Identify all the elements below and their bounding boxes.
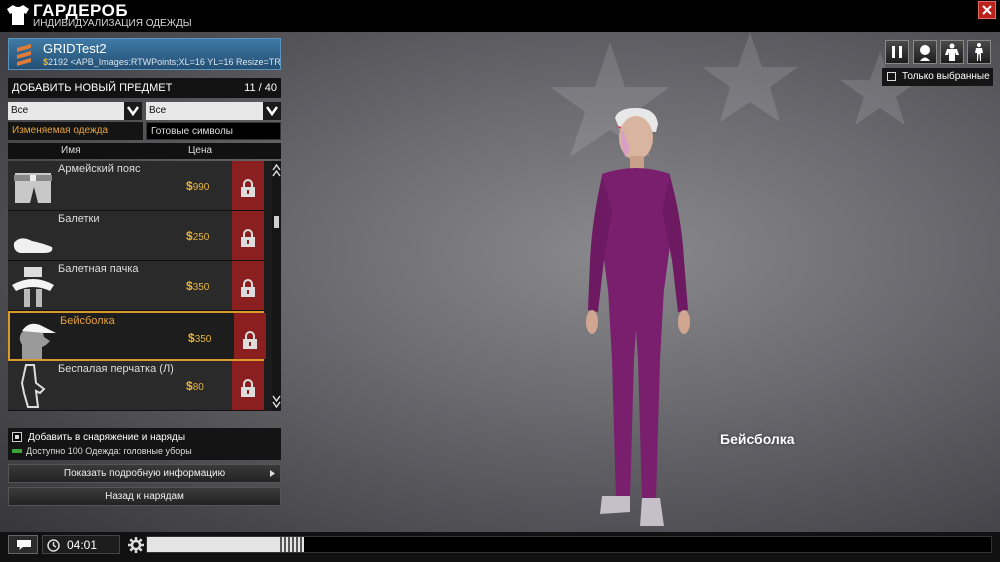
username: GRIDTest2 xyxy=(43,41,107,56)
availability-text: Доступно 100 Одежда: головные уборы xyxy=(26,446,192,456)
subcategory-filter-select[interactable]: Все xyxy=(146,102,281,120)
tab-ready-symbols[interactable]: Готовые символы xyxy=(146,122,281,140)
show-details-button[interactable]: Показать подробную информацию xyxy=(8,464,281,483)
locked-indicator xyxy=(232,361,264,410)
dollar-icon: $ xyxy=(186,379,193,393)
head-icon xyxy=(920,45,930,61)
scrollbar-thumb[interactable] xyxy=(274,216,279,228)
add-new-item-header: ДОБАВИТЬ НОВЫЙ ПРЕДМЕТ 11 / 40 xyxy=(8,78,281,98)
item-count: 11 / 40 xyxy=(244,82,277,94)
list-item[interactable]: Балетная пачка $350 xyxy=(8,261,264,311)
body-icon xyxy=(945,43,959,61)
add-to-gear-label: Добавить в снаряжение и наряды xyxy=(28,432,186,443)
column-price[interactable]: Цена xyxy=(188,145,212,156)
pause-button[interactable] xyxy=(885,40,909,64)
chat-icon xyxy=(17,540,31,550)
list-column-headers: Имя Цена xyxy=(8,143,281,159)
view-body-button[interactable] xyxy=(940,40,964,64)
only-selected-checkbox[interactable] xyxy=(887,72,896,81)
back-to-outfits-button[interactable]: Назад к нарядам xyxy=(8,487,281,506)
scroll-down-icon[interactable] xyxy=(272,393,281,409)
close-button[interactable] xyxy=(978,1,996,19)
page-subtitle: ИНДИВИДУАЛИЗАЦИЯ ОДЕЖДЫ xyxy=(33,18,192,29)
clothing-list: Армейский пояс $990 Балетки $250 Балетна… xyxy=(8,161,281,411)
progress-ticks xyxy=(278,537,304,552)
ballet-flats-icon xyxy=(13,238,53,253)
close-icon xyxy=(982,5,992,15)
baseball-cap-icon xyxy=(19,323,56,359)
list-item[interactable]: Балетки $250 xyxy=(8,211,264,261)
locked-indicator xyxy=(232,161,264,210)
tshirt-icon xyxy=(7,5,29,25)
lock-icon xyxy=(243,331,257,349)
rank-icon xyxy=(17,44,31,66)
lock-icon xyxy=(241,279,255,297)
dollar-icon: $ xyxy=(188,331,195,345)
lock-icon xyxy=(241,379,255,397)
loading-progress-bar xyxy=(146,536,992,553)
lock-icon xyxy=(241,179,255,197)
user-bar: GRIDTest2 $2192 <APB_Images:RTWPoints;XL… xyxy=(8,38,281,70)
fingerless-glove-icon xyxy=(20,364,46,408)
window-header: ГАРДЕРОБ ИНДИВИДУАЛИЗАЦИЯ ОДЕЖДЫ xyxy=(0,0,1000,32)
pause-icon xyxy=(892,46,902,58)
availability-indicator xyxy=(12,449,22,453)
user-points-info: $2192 <APB_Images:RTWPoints;XL=16 YL=16 … xyxy=(43,57,281,68)
clock-display: 04:01 xyxy=(42,535,120,554)
list-item[interactable]: Армейский пояс $990 xyxy=(8,161,264,211)
list-scrollbar[interactable] xyxy=(272,161,281,411)
chevron-right-icon xyxy=(270,470,275,477)
character-preview[interactable] xyxy=(560,100,730,535)
progress-fill xyxy=(147,537,278,552)
chevron-down-icon xyxy=(127,106,139,116)
lock-icon xyxy=(241,229,255,247)
locked-indicator xyxy=(232,211,264,260)
tutu-icon xyxy=(12,267,54,307)
full-body-icon xyxy=(975,43,983,61)
tab-customizable-clothing[interactable]: Изменяемая одежда xyxy=(8,122,143,140)
item-options: Добавить в снаряжение и наряды Доступно … xyxy=(8,428,281,460)
chat-button[interactable] xyxy=(8,535,38,554)
category-filter-select[interactable]: Все xyxy=(8,102,142,120)
view-full-body-button[interactable] xyxy=(967,40,991,64)
locked-indicator xyxy=(234,313,266,359)
list-item[interactable]: Беспалая перчатка (Л) $80 xyxy=(8,361,264,411)
list-item-selected[interactable]: Бейсболка $350 xyxy=(8,311,266,361)
dollar-icon: $ xyxy=(186,179,193,193)
only-selected-toggle[interactable]: Только выбранные xyxy=(882,68,993,86)
dollar-icon: $ xyxy=(186,229,193,243)
clock-icon xyxy=(47,539,60,552)
locked-indicator xyxy=(232,261,264,310)
column-name[interactable]: Имя xyxy=(61,145,80,156)
view-head-button[interactable] xyxy=(913,40,937,64)
clock-time: 04:01 xyxy=(67,538,98,552)
scroll-up-icon[interactable] xyxy=(272,163,281,179)
add-to-gear-checkbox[interactable] xyxy=(12,432,22,442)
dollar-icon: $ xyxy=(186,279,193,293)
chevron-down-icon xyxy=(266,106,278,116)
preview-item-caption: Бейсболка xyxy=(720,431,795,447)
belt-icon xyxy=(14,173,52,203)
gear-icon[interactable] xyxy=(128,537,144,553)
